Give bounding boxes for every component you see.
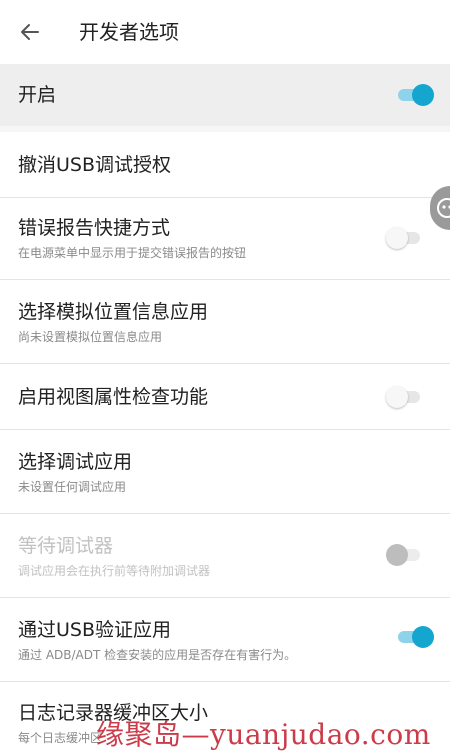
item-subtitle: 通过 ADB/ADT 检查安装的应用是否存在有害行为。 xyxy=(18,648,297,662)
item-subtitle: 每个日志缓冲区 xyxy=(18,731,103,745)
toggle-thumb xyxy=(412,84,434,106)
toggle-thumb xyxy=(386,386,408,408)
master-toggle[interactable] xyxy=(394,83,434,107)
page-title: 开发者选项 xyxy=(79,20,179,44)
item-title: 启用视图属性检查功能 xyxy=(18,386,209,408)
list-item-bugreport-shortcut[interactable]: 错误报告快捷方式 在电源菜单中显示用于提交错误报告的按钮 xyxy=(0,198,450,280)
master-switch-label: 开启 xyxy=(18,84,57,106)
item-title: 等待调试器 xyxy=(18,535,114,557)
back-button[interactable] xyxy=(10,14,50,50)
list-item-revoke-usb[interactable]: 撤消USB调试授权 xyxy=(0,132,450,198)
list-item-debug-app[interactable]: 选择调试应用 未设置任何调试应用 xyxy=(0,430,450,514)
master-switch-row[interactable]: 开启 xyxy=(0,64,450,126)
view-inspection-toggle[interactable] xyxy=(386,385,426,409)
wait-debugger-toggle xyxy=(386,543,426,567)
verify-apps-toggle[interactable] xyxy=(394,625,434,649)
list-item-verify-apps-usb[interactable]: 通过USB验证应用 通过 ADB/ADT 检查安装的应用是否存在有害行为。 xyxy=(0,598,450,682)
app-bar: 开发者选项 xyxy=(0,0,450,64)
item-title: 选择模拟位置信息应用 xyxy=(18,301,209,323)
list-item-view-attribute-inspection[interactable]: 启用视图属性检查功能 xyxy=(0,364,450,430)
item-subtitle: 调试应用会在执行前等待附加调试器 xyxy=(18,564,211,578)
item-title: 通过USB验证应用 xyxy=(18,619,172,641)
toggle-thumb xyxy=(386,544,408,566)
toggle-thumb xyxy=(386,227,408,249)
toggle-thumb xyxy=(412,626,434,648)
item-title: 撤消USB调试授权 xyxy=(18,154,172,176)
item-title: 选择调试应用 xyxy=(18,451,133,473)
item-subtitle: 尚未设置模拟位置信息应用 xyxy=(18,330,163,344)
bugreport-toggle[interactable] xyxy=(386,226,426,250)
back-arrow-icon xyxy=(21,24,39,40)
assistant-icon xyxy=(437,198,450,218)
item-subtitle: 未设置任何调试应用 xyxy=(18,480,127,494)
item-subtitle: 在电源菜单中显示用于提交错误报告的按钮 xyxy=(18,246,247,260)
item-title: 错误报告快捷方式 xyxy=(18,217,171,239)
list-item-wait-for-debugger: 等待调试器 调试应用会在执行前等待附加调试器 xyxy=(0,514,450,598)
watermark: 缘聚岛—yuanjudao.com xyxy=(96,718,431,751)
list-item-mock-location[interactable]: 选择模拟位置信息应用 尚未设置模拟位置信息应用 xyxy=(0,280,450,364)
